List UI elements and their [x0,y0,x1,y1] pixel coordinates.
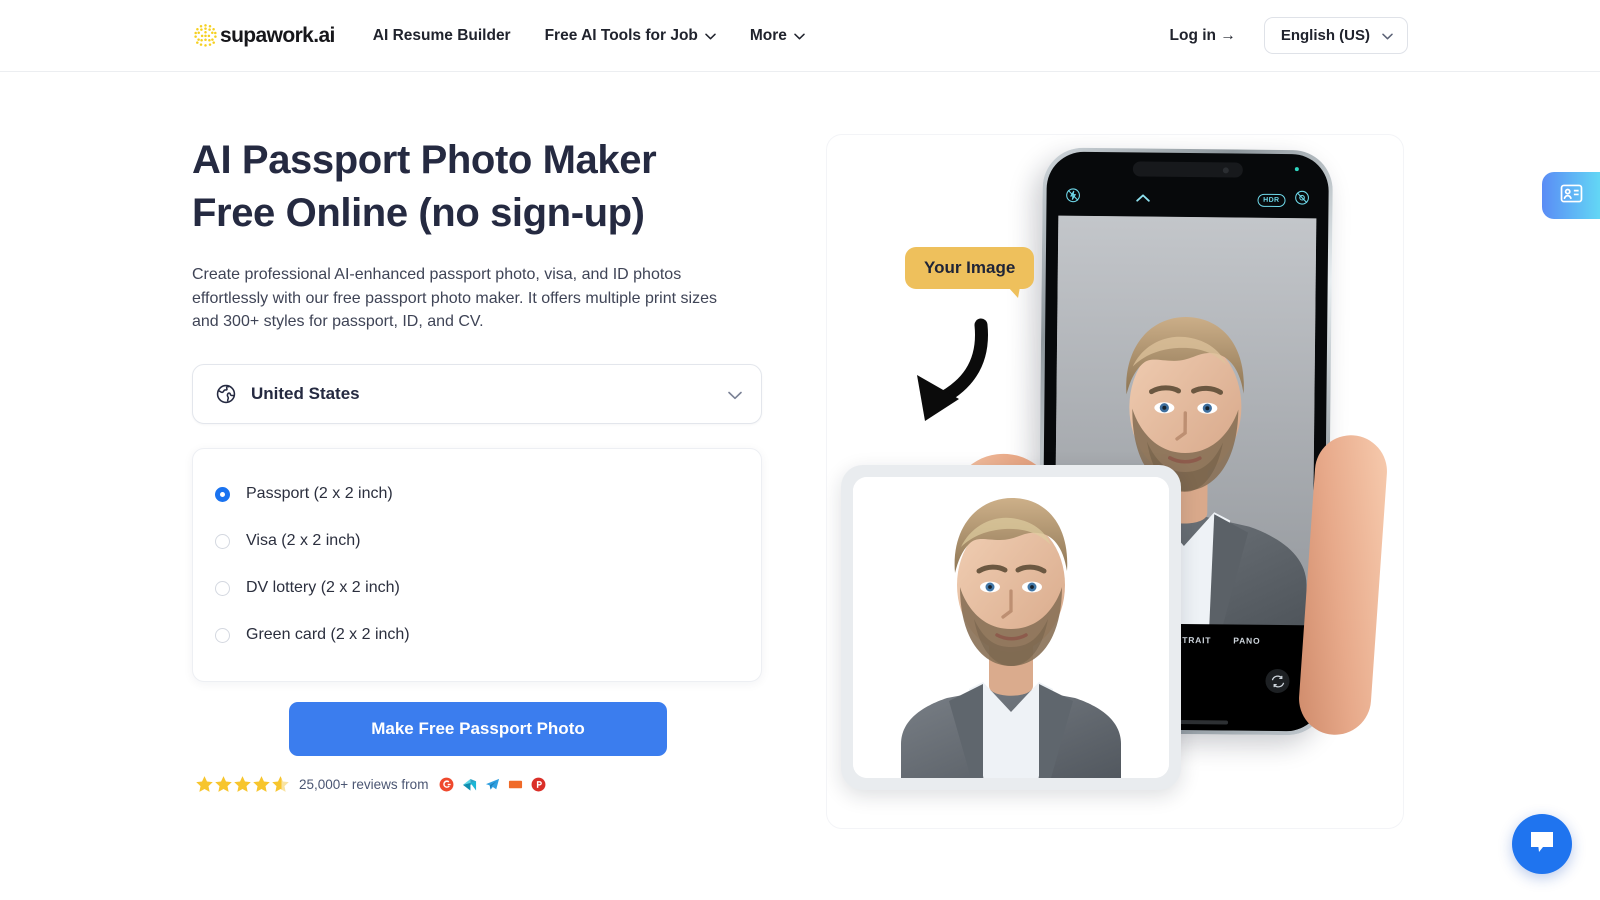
login-link[interactable]: Log in → [1170,27,1236,45]
capterra-icon [463,778,477,791]
logo[interactable]: supawork.ai [192,22,335,49]
logo-globe-icon [192,22,219,49]
radio-indicator[interactable] [215,580,230,596]
star-icon [196,775,213,792]
star-icon [234,775,251,792]
your-image-tooltip: Your Image [905,247,1035,298]
star-half-icon [272,775,289,792]
chevron-down-icon [705,33,716,40]
id-photo-side-tab[interactable] [1542,172,1600,219]
radio-label: DV lottery (2 x 2 inch) [246,579,400,596]
language-label: English (US) [1280,27,1370,44]
telegram-icon [486,778,500,790]
photo-type-options: Passport (2 x 2 inch) Visa (2 x 2 inch) … [192,447,762,682]
id-card-icon [1560,184,1583,208]
chevron-down-icon [794,33,805,40]
flip-camera-icon[interactable] [1265,668,1290,694]
language-selector[interactable]: English (US) [1263,17,1408,54]
hero-left-column: AI Passport Photo Maker Free Online (no … [192,134,776,900]
radio-label: Green card (2 x 2 inch) [246,626,410,643]
radio-indicator[interactable] [215,627,230,643]
page-title: AI Passport Photo Maker Free Online (no … [192,138,657,235]
live-photo-icon[interactable] [1293,189,1310,211]
status-led [1294,167,1299,172]
make-passport-photo-button[interactable]: Make Free Passport Photo [289,701,667,756]
g2-icon [440,777,454,791]
header-actions: Log in → English (US) [1170,17,1408,54]
logo-text: supawork.ai [220,24,335,47]
country-name: United States [251,383,360,403]
chevron-up-icon[interactable] [1135,189,1150,207]
radio-option-dv-lottery[interactable]: DV lottery (2 x 2 inch) [193,565,761,612]
main-nav: AI Resume Builder Free AI Tools for Job … [373,27,805,45]
radio-option-green-card[interactable]: Green card (2 x 2 inch) [193,612,761,659]
hero-description: Create professional AI-enhanced passport… [192,266,717,330]
chevron-down-icon [728,391,742,400]
reviews-count-text: 25,000+ reviews from [299,776,429,792]
nav-label: AI Resume Builder [372,26,511,44]
site-header: supawork.ai AI Resume Builder Free AI To… [0,0,1600,72]
review-brand-icons [439,777,546,792]
camera-top-controls: HDR [1046,185,1328,214]
result-photo-card [841,465,1181,790]
radio-label: Passport (2 x 2 inch) [246,485,393,502]
star-icon [253,775,270,792]
reviews-row: 25,000+ reviews from [192,775,776,794]
radio-option-passport[interactable]: Passport (2 x 2 inch) [193,471,761,518]
result-photo-inner [853,477,1169,778]
radio-indicator[interactable] [215,486,230,502]
passport-photo-result [853,477,1169,778]
radio-option-visa[interactable]: Visa (2 x 2 inch) [193,518,761,565]
preview-frame: HDR PORTRAIT PANO Your Image [826,134,1404,829]
main-content: AI Passport Photo Maker Free Online (no … [0,72,1600,900]
nav-item-more[interactable]: More [750,27,805,45]
hdr-badge[interactable]: HDR [1257,193,1286,207]
trustpilot-icon [509,780,523,788]
nav-item-free-ai-tools[interactable]: Free AI Tools for Job [545,27,716,45]
phone-notch [1132,161,1243,178]
chat-bubble-icon [1528,829,1556,860]
hero-right-column: HDR PORTRAIT PANO Your Image [816,134,1408,900]
radio-label: Visa (2 x 2 inch) [246,532,361,549]
country-selector[interactable]: United States [192,363,762,424]
nav-label: More [749,26,787,44]
globe-icon [215,383,237,405]
chat-widget-button[interactable] [1512,814,1572,874]
nav-label: Free AI Tools for Job [544,26,698,44]
flash-off-icon[interactable] [1064,187,1081,209]
curved-arrow-icon [917,318,989,421]
camera-mode-pano[interactable]: PANO [1233,636,1260,646]
producthunt-icon [532,777,546,791]
chevron-down-icon [1382,33,1393,40]
star-icon [215,775,232,792]
nav-item-ai-resume-builder[interactable]: AI Resume Builder [373,27,511,45]
rating-stars [195,775,290,794]
radio-indicator[interactable] [215,533,230,549]
